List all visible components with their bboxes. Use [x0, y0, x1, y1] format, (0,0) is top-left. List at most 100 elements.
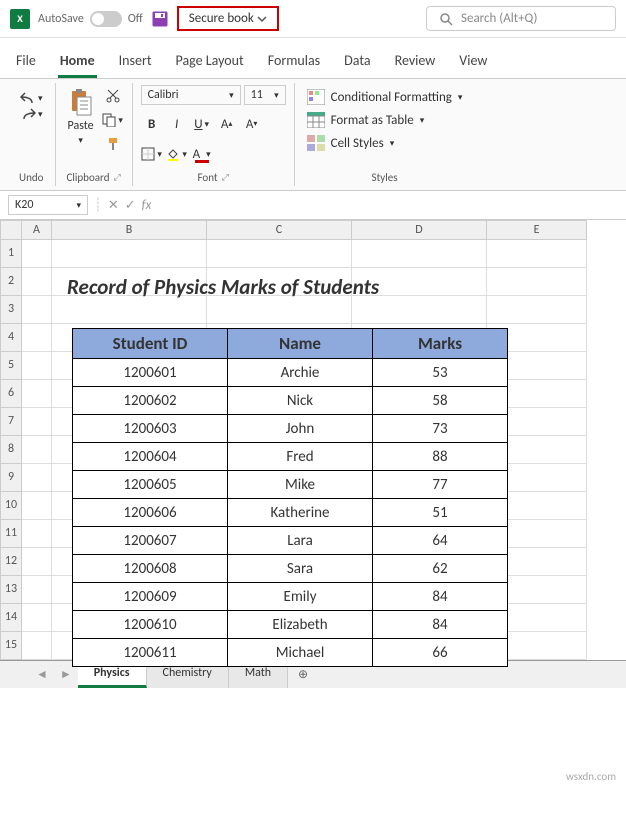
- cell[interactable]: [22, 436, 52, 464]
- row-header[interactable]: 14: [0, 604, 22, 632]
- table-cell[interactable]: 1200611: [73, 639, 228, 667]
- tab-file[interactable]: File: [14, 46, 38, 78]
- tab-review[interactable]: Review: [393, 46, 438, 78]
- copy-button[interactable]: ▾: [102, 109, 124, 131]
- column-header[interactable]: A: [22, 220, 52, 240]
- cell[interactable]: [22, 240, 52, 268]
- filename-dropdown[interactable]: Secure book: [177, 6, 279, 31]
- cell[interactable]: [22, 352, 52, 380]
- row-header[interactable]: 10: [0, 492, 22, 520]
- row-header[interactable]: 4: [0, 324, 22, 352]
- cancel-formula-icon[interactable]: ✕: [108, 198, 119, 213]
- row-header[interactable]: 11: [0, 520, 22, 548]
- cell[interactable]: [487, 240, 587, 268]
- table-cell[interactable]: Archie: [228, 359, 373, 387]
- table-cell[interactable]: 1200606: [73, 499, 228, 527]
- redo-button[interactable]: ▾: [20, 107, 43, 121]
- cell[interactable]: [487, 296, 587, 324]
- table-header[interactable]: Marks: [373, 329, 508, 359]
- cell[interactable]: [487, 268, 587, 296]
- tab-data[interactable]: Data: [342, 46, 372, 78]
- row-header[interactable]: 15: [0, 632, 22, 660]
- cell[interactable]: [352, 240, 487, 268]
- cell[interactable]: [22, 296, 52, 324]
- cell[interactable]: [22, 604, 52, 632]
- column-header[interactable]: E: [487, 220, 587, 240]
- table-cell[interactable]: Lara: [228, 527, 373, 555]
- italic-button[interactable]: I: [166, 113, 188, 135]
- row-header[interactable]: 2: [0, 268, 22, 296]
- font-launcher[interactable]: ⤢: [222, 172, 229, 183]
- table-cell[interactable]: John: [228, 415, 373, 443]
- increase-font-button[interactable]: A▴: [216, 113, 238, 135]
- cell[interactable]: [207, 296, 352, 324]
- cell[interactable]: [22, 548, 52, 576]
- table-cell[interactable]: Nick: [228, 387, 373, 415]
- data-table[interactable]: Student IDNameMarks 1200601Archie5312006…: [72, 328, 508, 667]
- paste-button[interactable]: Paste ▾: [64, 85, 98, 148]
- row-header[interactable]: 5: [0, 352, 22, 380]
- row-header[interactable]: 1: [0, 240, 22, 268]
- table-cell[interactable]: 1200601: [73, 359, 228, 387]
- cell[interactable]: [352, 296, 487, 324]
- table-cell[interactable]: 1200603: [73, 415, 228, 443]
- format-as-table-button[interactable]: Format as Table▾: [305, 110, 427, 130]
- autosave-toggle[interactable]: AutoSave Off: [38, 11, 143, 27]
- table-cell[interactable]: 77: [373, 471, 508, 499]
- table-cell[interactable]: 1200607: [73, 527, 228, 555]
- table-cell[interactable]: 84: [373, 611, 508, 639]
- tab-view[interactable]: View: [457, 46, 489, 78]
- table-cell[interactable]: 62: [373, 555, 508, 583]
- table-cell[interactable]: Katherine: [228, 499, 373, 527]
- borders-button[interactable]: ▾: [141, 143, 163, 165]
- bold-button[interactable]: B: [141, 113, 163, 135]
- tab-nav-prev[interactable]: ◄: [30, 663, 54, 686]
- table-cell[interactable]: 58: [373, 387, 508, 415]
- table-cell[interactable]: Michael: [228, 639, 373, 667]
- table-cell[interactable]: 66: [373, 639, 508, 667]
- tab-page-layout[interactable]: Page Layout: [174, 46, 246, 78]
- clipboard-launcher[interactable]: ⤢: [113, 172, 120, 183]
- format-painter-button[interactable]: [102, 133, 124, 155]
- table-cell[interactable]: 88: [373, 443, 508, 471]
- table-cell[interactable]: Fred: [228, 443, 373, 471]
- cell[interactable]: [22, 380, 52, 408]
- table-cell[interactable]: Sara: [228, 555, 373, 583]
- font-name-dropdown[interactable]: Calibri▾: [141, 85, 241, 105]
- cell[interactable]: [52, 296, 207, 324]
- table-cell[interactable]: Emily: [228, 583, 373, 611]
- cell[interactable]: [22, 632, 52, 660]
- cell[interactable]: [22, 576, 52, 604]
- cut-button[interactable]: [102, 85, 124, 107]
- underline-button[interactable]: U▾: [191, 113, 213, 135]
- row-header[interactable]: 7: [0, 408, 22, 436]
- row-header[interactable]: 9: [0, 464, 22, 492]
- tab-home[interactable]: Home: [58, 46, 97, 78]
- column-header[interactable]: B: [52, 220, 207, 240]
- cell-styles-button[interactable]: Cell Styles▾: [305, 133, 397, 153]
- tab-insert[interactable]: Insert: [117, 46, 154, 78]
- table-cell[interactable]: 53: [373, 359, 508, 387]
- cell[interactable]: [52, 240, 207, 268]
- table-cell[interactable]: 1200605: [73, 471, 228, 499]
- table-header[interactable]: Name: [228, 329, 373, 359]
- cell[interactable]: [22, 408, 52, 436]
- fill-color-button[interactable]: ▾: [166, 143, 188, 165]
- font-color-button[interactable]: A▾: [191, 143, 213, 165]
- table-cell[interactable]: 84: [373, 583, 508, 611]
- cell[interactable]: [22, 520, 52, 548]
- table-cell[interactable]: Elizabeth: [228, 611, 373, 639]
- column-header[interactable]: C: [207, 220, 352, 240]
- row-header[interactable]: 12: [0, 548, 22, 576]
- fx-icon[interactable]: fx: [142, 198, 152, 213]
- name-box[interactable]: K20▾: [8, 195, 88, 215]
- undo-button[interactable]: ▾: [20, 91, 43, 105]
- title-cell[interactable]: Record of Physics Marks of Students: [67, 274, 379, 300]
- save-icon[interactable]: [151, 10, 169, 28]
- toggle-icon[interactable]: [90, 11, 122, 27]
- row-header[interactable]: 13: [0, 576, 22, 604]
- table-cell[interactable]: 73: [373, 415, 508, 443]
- row-header[interactable]: 6: [0, 380, 22, 408]
- cell[interactable]: [22, 464, 52, 492]
- enter-formula-icon[interactable]: ✓: [125, 198, 136, 213]
